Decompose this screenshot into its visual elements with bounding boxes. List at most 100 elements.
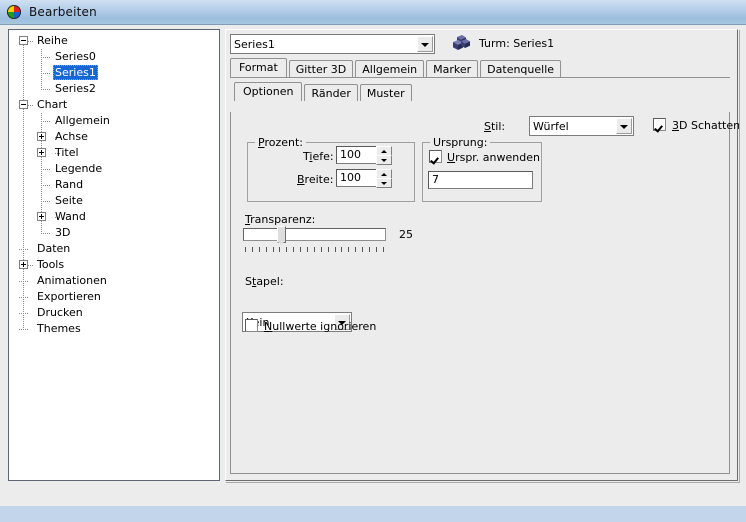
tree-item-series0[interactable]: Series0 [9, 49, 219, 65]
origin-value-input[interactable]: 7 [428, 171, 533, 189]
slider-tick [327, 247, 329, 252]
stepper-down-icon[interactable] [376, 155, 392, 165]
tree-item-seite[interactable]: Seite [9, 193, 219, 209]
slider-tick [307, 247, 309, 252]
navigation-tree-panel[interactable]: Reihe Series0 Series1 Series2 Chart Allgemein… [8, 29, 220, 481]
tree-item-themes[interactable]: Themes [9, 321, 219, 337]
shadow-3d-label: 3D Schatten [672, 119, 741, 132]
expand-icon[interactable] [37, 132, 46, 141]
tree-item-series2[interactable]: Series2 [9, 81, 219, 97]
tree-item-label: Legende [55, 162, 103, 175]
prozent-group-title: Prozent: [255, 136, 306, 149]
tab-r-nder[interactable]: Ränder [304, 84, 358, 101]
transparency-slider-track[interactable] [243, 228, 386, 241]
tree-item-tools[interactable]: Tools [9, 257, 219, 273]
primary-tab-baseline [230, 77, 730, 78]
tab-muster[interactable]: Muster [359, 84, 412, 101]
transparency-slider-thumb[interactable] [277, 226, 286, 245]
slider-tick [293, 247, 295, 252]
expand-icon[interactable] [37, 212, 46, 221]
stapel-label: Stapel: [245, 275, 284, 288]
tree-item-reihe[interactable]: Reihe [9, 33, 219, 49]
series-selector-row: Series1 Turm: Series1 [230, 34, 730, 54]
tree-item-drucken[interactable]: Drucken [9, 305, 219, 321]
stil-label: Stil: [484, 120, 506, 133]
tab-allgemein[interactable]: Allgemein [355, 60, 425, 77]
expand-icon[interactable] [19, 260, 28, 269]
slider-tick [265, 247, 267, 252]
tree-item-legende[interactable]: Legende [9, 161, 219, 177]
tab-format[interactable]: Format [230, 58, 287, 77]
collapse-icon[interactable] [19, 100, 28, 109]
slider-tick [341, 247, 343, 252]
ursprung-group-title: Ursprung: [430, 136, 491, 149]
tree-item-achse[interactable]: Achse [9, 129, 219, 145]
tab-gitter-3d[interactable]: Gitter 3D [288, 60, 354, 77]
chevron-down-icon[interactable] [417, 36, 433, 52]
tiefe-stepper[interactable] [376, 146, 392, 165]
window-titlebar: Bearbeiten [0, 0, 746, 25]
window-title: Bearbeiten [29, 5, 97, 19]
stil-dropdown[interactable]: Würfel [529, 116, 634, 136]
slider-tick [369, 247, 371, 252]
tree-item-wand[interactable]: Wand [9, 209, 219, 225]
ignore-null-checkbox[interactable] [245, 319, 258, 332]
transparenz-label: Transparenz: [245, 213, 316, 226]
slider-tick [251, 247, 253, 252]
slider-tick [313, 247, 315, 252]
color-wheel-icon [6, 4, 22, 20]
slider-tick [279, 247, 281, 252]
tree-item-label: Rand [55, 178, 84, 191]
tree-item-daten[interactable]: Daten [9, 241, 219, 257]
bottom-status-strip [0, 506, 746, 522]
tree-view[interactable]: Reihe Series0 Series1 Series2 Chart Allgemein… [9, 30, 219, 335]
tree-item-allgemein[interactable]: Allgemein [9, 113, 219, 129]
slider-tick [320, 247, 322, 252]
expand-icon[interactable] [37, 148, 46, 157]
tree-item-label: Titel [55, 146, 79, 159]
shadow-3d-checkbox[interactable] [653, 118, 666, 131]
tree-item-titel[interactable]: Titel [9, 145, 219, 161]
primary-tab-strip[interactable]: Format Gitter 3D Allgemein Marker Datenquell… [230, 58, 730, 77]
tree-item-label: Themes [37, 322, 81, 335]
transparency-value: 25 [399, 228, 413, 241]
tree-item-label: Series1 [53, 65, 98, 80]
tree-item-series1[interactable]: Series1 [9, 65, 219, 81]
slider-tick [362, 247, 364, 252]
tree-item-animationen[interactable]: Animationen [9, 273, 219, 289]
breite-label: Breite: [297, 173, 334, 186]
chevron-down-icon[interactable] [616, 118, 632, 134]
tree-item-label: 3D [55, 226, 71, 239]
ignore-null-label: Nullwerte ignorieren [264, 320, 377, 333]
slider-tick [258, 247, 260, 252]
tab-datenquelle[interactable]: Datenquelle [480, 60, 562, 77]
collapse-icon[interactable] [19, 36, 28, 45]
slider-tick [245, 247, 246, 252]
series-type-caption: Turm: Series1 [479, 37, 555, 50]
tree-item-label: Tools [37, 258, 65, 271]
tree-item-3d[interactable]: 3D [9, 225, 219, 241]
tab-optionen[interactable]: Optionen [234, 82, 303, 101]
slider-tick [348, 247, 350, 252]
secondary-tab-strip[interactable]: Optionen Ränder Muster [234, 82, 726, 101]
properties-panel: Series1 Turm: Series1 Format Gitter 3D All… [225, 29, 741, 481]
series-dropdown[interactable]: Series1 [230, 34, 435, 54]
stepper-down-icon[interactable] [376, 178, 392, 188]
tree-item-label: Reihe [37, 34, 68, 47]
tree-item-chart[interactable]: Chart [9, 97, 219, 113]
slider-tick [355, 247, 357, 252]
tree-item-label: Allgemein [55, 114, 110, 127]
tree-item-rand[interactable]: Rand [9, 177, 219, 193]
tree-item-label: Exportieren [37, 290, 101, 303]
transparency-slider-ticks [245, 247, 384, 252]
tree-item-exportieren[interactable]: Exportieren [9, 289, 219, 305]
tree-item-label: Series0 [55, 50, 96, 63]
apply-origin-checkbox[interactable] [429, 150, 442, 163]
slider-tick [382, 247, 384, 252]
slider-tick [286, 247, 288, 252]
tab-marker[interactable]: Marker [426, 60, 479, 77]
breite-stepper[interactable] [376, 169, 392, 188]
tree-item-label: Animationen [37, 274, 107, 287]
tree-item-label: Drucken [37, 306, 83, 319]
tiefe-label: Tiefe: [303, 150, 334, 163]
